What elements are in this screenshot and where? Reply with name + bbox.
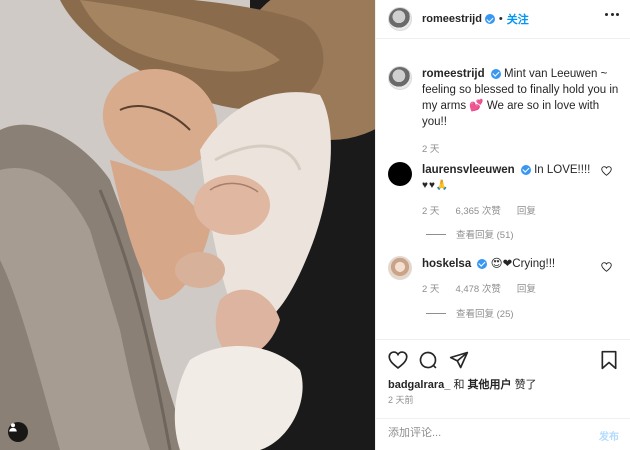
caption-time[interactable]: 2 天 (422, 142, 620, 158)
comment-emoji: ♥♥🙏 (422, 180, 450, 191)
comment-time[interactable]: 2 天 (422, 282, 439, 298)
comment-item: laurensvleeuwen In LOVE!!!! ♥♥🙏 2 天 6,36… (388, 162, 620, 220)
comment-like-icon[interactable] (601, 262, 612, 272)
reply-button[interactable]: 回复 (517, 282, 536, 298)
caption-avatar[interactable] (388, 66, 412, 90)
post-time[interactable]: 2 天前 (388, 393, 414, 406)
view-replies-button[interactable]: 查看回复 (25) (426, 306, 514, 320)
likes-connector: 和 (453, 379, 465, 391)
author-username[interactable]: romeestrijd (422, 13, 482, 25)
comment-body: laurensvleeuwen In LOVE!!!! ♥♥🙏 2 天 6,36… (422, 162, 592, 220)
comment-emoji: 😍❤ (490, 258, 513, 270)
post-side-panel: romeestrijd • 关注 romeestrijd Mint van Le… (375, 0, 630, 450)
comment-icon[interactable] (418, 350, 438, 370)
photo-illustration (0, 0, 375, 450)
caption-username[interactable]: romeestrijd (422, 68, 485, 80)
follow-button[interactable]: 关注 (507, 11, 529, 27)
person-icon (9, 423, 17, 432)
comment-like-count[interactable]: 4,478 次赞 (455, 282, 500, 298)
comment-meta: 2 天 4,478 次赞 回复 (422, 282, 592, 298)
commenter-avatar[interactable] (388, 256, 412, 280)
share-icon[interactable] (449, 350, 469, 370)
verified-icon (477, 258, 488, 269)
post-comment-button[interactable]: 发布 (599, 428, 619, 443)
comment-body: hoskelsa 😍❤Crying!!! 2 天 4,478 次赞 回复 (422, 256, 592, 298)
reply-button[interactable]: 回复 (517, 204, 536, 220)
view-replies-button[interactable]: 查看回复 (51) (426, 227, 514, 241)
verified-icon (484, 14, 495, 24)
comment-input[interactable] (388, 427, 578, 439)
add-comment-bar: 发布 (376, 418, 630, 450)
verified-icon (520, 164, 531, 175)
separator-dot: • (498, 13, 503, 25)
author-avatar[interactable] (388, 7, 412, 31)
liked-by-username[interactable]: badgalrara_ (388, 379, 450, 391)
post-header: romeestrijd • 关注 (376, 0, 630, 39)
comment-like-icon[interactable] (601, 166, 612, 176)
caption-emoji: 💕 (469, 100, 484, 112)
user-tag-icon[interactable] (8, 422, 28, 442)
action-bar (376, 339, 630, 379)
other-likers-link[interactable]: 其他用户 (468, 379, 512, 391)
verified-icon (490, 68, 501, 79)
comment-text: In LOVE!!!! (534, 164, 591, 176)
commenter-username[interactable]: laurensvleeuwen (422, 164, 515, 176)
commenter-avatar[interactable] (388, 162, 412, 186)
likes-summary: badgalrara_ 和 其他用户 赞了 (388, 376, 537, 392)
caption: romeestrijd Mint van Leeuwen ~ feeling s… (388, 66, 620, 158)
more-options-icon[interactable] (605, 13, 619, 17)
commenter-username[interactable]: hoskelsa (422, 258, 471, 270)
comment-like-count[interactable]: 6,365 次赞 (455, 204, 500, 220)
caption-body: romeestrijd Mint van Leeuwen ~ feeling s… (422, 66, 620, 158)
comment-meta: 2 天 6,365 次赞 回复 (422, 204, 592, 220)
likes-suffix: 赞了 (514, 379, 537, 391)
comment-text: Crying!!! (512, 258, 556, 270)
post-photo[interactable] (0, 0, 375, 450)
comment-item: hoskelsa 😍❤Crying!!! 2 天 4,478 次赞 回复 (388, 256, 620, 298)
like-icon[interactable] (388, 350, 408, 370)
save-icon[interactable] (599, 350, 619, 370)
comment-time[interactable]: 2 天 (422, 204, 439, 220)
